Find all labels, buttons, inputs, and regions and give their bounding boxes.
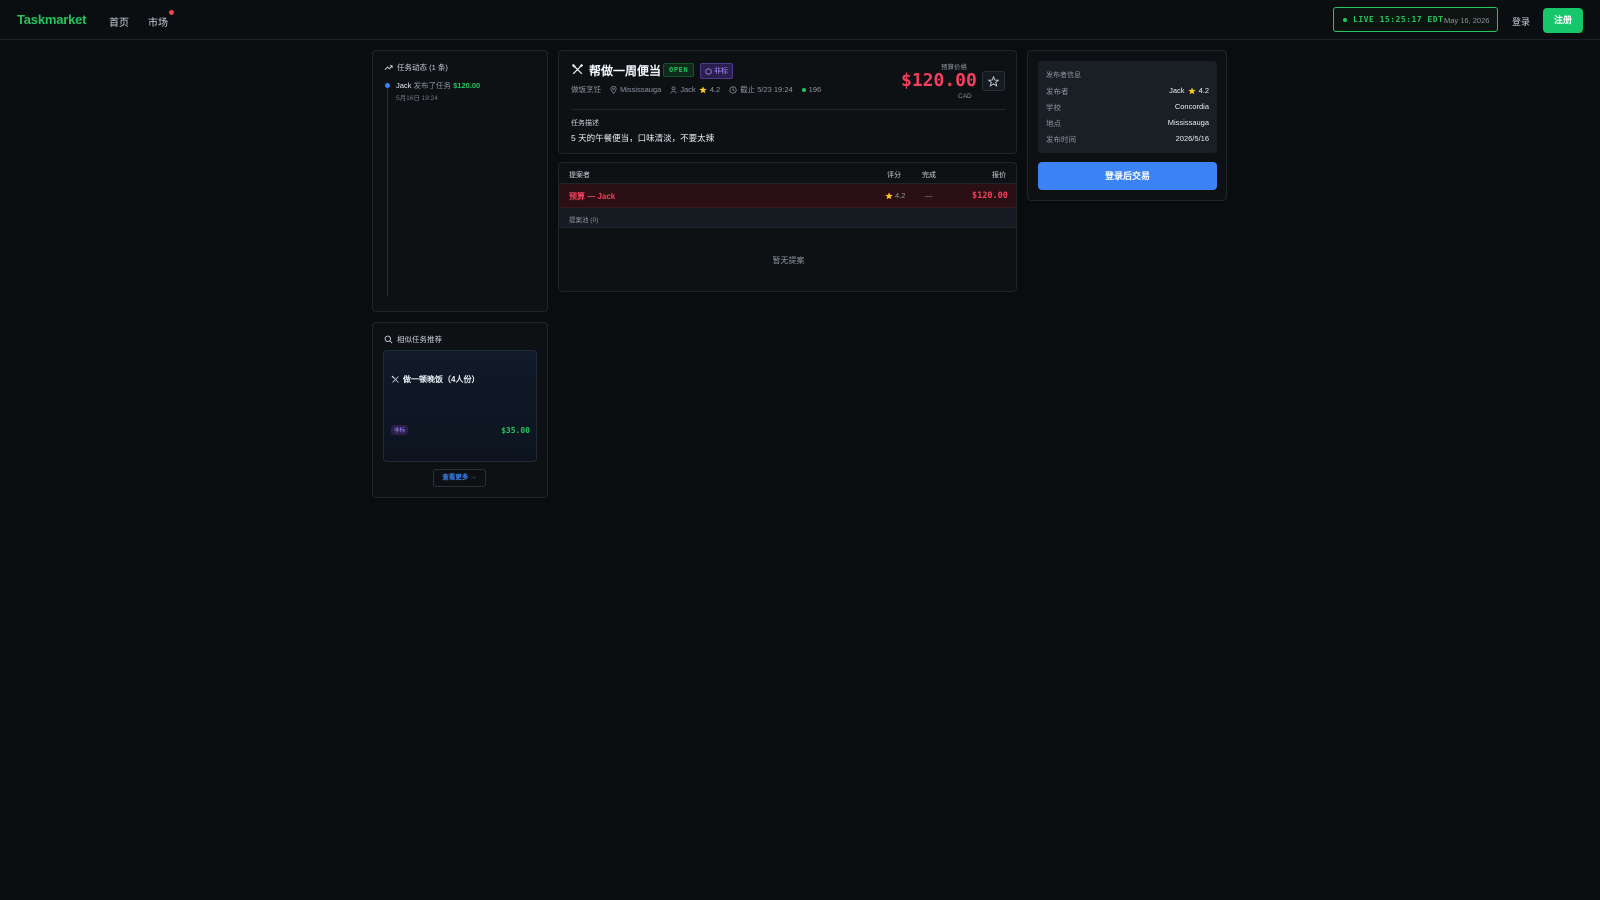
views-dot [801, 87, 806, 92]
activity-verb: 发布了任务 [413, 81, 452, 90]
star-icon [699, 85, 707, 93]
similar-title: 相似任务推荐 [397, 335, 442, 344]
empty-proposals-text: 暂无提案 [772, 256, 805, 265]
task-poster-name[interactable]: Jack [680, 85, 695, 94]
activity-user[interactable]: Jack [396, 81, 411, 90]
poster-name[interactable]: Jack [1169, 86, 1184, 95]
poster-info-title: 发布者信息 [1046, 72, 1081, 79]
similar-task-price: $35.00 [501, 426, 530, 435]
task-location: Mississauga [610, 85, 661, 94]
register-button[interactable]: 注册 [1543, 8, 1583, 33]
similar-tasks-panel: 相似任务推荐 做一顿晚饭（4人份） 非标 $35.00 查看更多 → [372, 322, 548, 498]
budget-row: 预算 — Jack 4.2 — $120.00 [559, 184, 1016, 208]
header-divider [571, 109, 1006, 110]
status-badge: OPEN [663, 63, 695, 77]
poster-row-value: 2026/5/16 [1175, 134, 1209, 143]
login-link[interactable]: 登录 [1512, 15, 1530, 28]
poster-row-value: Jack 4.2 [1169, 86, 1209, 95]
user-icon [670, 85, 677, 93]
column-header-rating: 评分 [887, 172, 901, 179]
utensils-icon [571, 63, 584, 75]
task-deadline: 截止 5/23 19:24 [729, 84, 793, 95]
task-title: 帮做一周便当 [589, 64, 662, 78]
budget-row-label: 预算 — Jack [569, 192, 616, 201]
budget-row-done: — [925, 191, 933, 200]
column-header-proposer: 提案者 [569, 172, 590, 179]
task-meta-row: 做饭烹饪 Mississauga Jack 4.2 截止 5/23 19:24 … [571, 84, 821, 95]
task-category: 做饭烹饪 [571, 85, 601, 94]
activity-time: 5月16日 19:24 [396, 95, 438, 102]
table-header-row: 提案者 评分 完成 报价 [559, 163, 1016, 184]
live-time: LIVE 15:25:17 EDT [1353, 15, 1444, 24]
map-pin-icon [610, 85, 617, 94]
column-header-done: 完成 [922, 172, 936, 179]
task-tag-label: 非标 [714, 68, 728, 75]
budget-amount: $120.00 [901, 70, 977, 91]
poster-row-key: 发布者 [1046, 87, 1069, 96]
task-deadline-text: 截止 5/23 19:24 [740, 85, 793, 94]
brand-logo[interactable]: Taskmarket [17, 12, 87, 27]
similar-task-title: 做一顿晚饭（4人份） [403, 375, 480, 384]
budget-currency: CAD [958, 93, 972, 100]
description-text: 5 天的午餐便当，口味清淡，不要太辣 [571, 133, 715, 143]
activity-header: 任务动态 (1 条) [384, 62, 448, 73]
task-views-count: 196 [808, 85, 822, 94]
timeline-dot [385, 83, 390, 88]
hexagon-icon [705, 67, 712, 75]
poster-row-key: 发布时间 [1046, 135, 1076, 144]
login-to-trade-button[interactable]: 登录后交易 [1038, 162, 1217, 190]
activity-title: 任务动态 (1 条) [397, 63, 448, 72]
proposal-pool-label: 提案池 (0) [569, 217, 599, 224]
budget-row-rating-value: 4.2 [895, 191, 906, 200]
activity-entry: Jack 发布了任务 $120.00 [396, 80, 480, 91]
search-icon [384, 335, 393, 344]
description-label: 任务描述 [571, 120, 599, 127]
similar-task-tag: 非标 [391, 425, 409, 435]
task-location-text: Mississauga [620, 85, 662, 94]
poster-row-key: 学校 [1046, 103, 1061, 112]
poster-row-value: Concordia [1174, 102, 1209, 111]
poster-row-value: Mississauga [1167, 118, 1209, 127]
favorite-button[interactable] [982, 71, 1005, 91]
activity-panel: 任务动态 (1 条) Jack 发布了任务 $120.00 5月16日 19:2… [372, 50, 548, 312]
star-icon [1187, 86, 1196, 94]
budget-row-rating: 4.2 [885, 191, 905, 200]
similar-task-title-row: 做一顿晚饭（4人份） [391, 374, 479, 385]
similar-task-card[interactable]: 做一顿晚饭（4人份） 非标 $35.00 [383, 350, 537, 462]
budget-row-offer: $120.00 [972, 191, 1008, 201]
nav-home-link[interactable]: 首页 [109, 14, 129, 29]
column-header-offer: 报价 [992, 172, 1006, 179]
timeline-line [387, 87, 388, 296]
task-poster: Jack 4.2 [670, 85, 720, 94]
proposals-table: 提案者 评分 完成 报价 预算 — Jack 4.2 — $120.00 提案池… [558, 162, 1017, 292]
poster-info-panel: 发布者信息 发布者 Jack 4.2 学校 Concordia 地点 Missi… [1027, 50, 1227, 201]
top-nav: Taskmarket 首页 市场 LIVE 15:25:17 EDT May 1… [0, 0, 1600, 40]
notification-dot [169, 10, 174, 15]
star-icon [885, 191, 893, 199]
task-header-panel: 帮做一周便当 OPEN 非标 做饭烹饪 Mississauga Jack 4.2… [558, 50, 1017, 154]
live-clock: LIVE 15:25:17 EDT May 16, 2026 [1333, 7, 1498, 32]
poster-row-key: 地点 [1046, 119, 1061, 128]
utensils-icon [391, 375, 399, 383]
poster-info-card: 发布者信息 发布者 Jack 4.2 学校 Concordia 地点 Missi… [1038, 61, 1217, 153]
proposal-pool-header: 提案池 (0) [559, 208, 1016, 228]
star-outline-icon [988, 75, 999, 87]
nav-market-link[interactable]: 市场 [148, 14, 168, 29]
live-date: May 16, 2026 [1444, 16, 1490, 25]
see-more-button[interactable]: 查看更多 → [433, 469, 486, 487]
task-poster-rating: 4.2 [709, 85, 721, 94]
task-views: 196 [801, 85, 822, 94]
activity-amount: $120.00 [453, 81, 481, 90]
poster-rating: 4.2 [1198, 86, 1209, 95]
similar-header: 相似任务推荐 [384, 334, 442, 345]
live-indicator-dot [1343, 18, 1347, 22]
clock-icon [729, 85, 737, 94]
task-tag-badge: 非标 [700, 63, 733, 79]
trending-up-icon [384, 65, 393, 71]
